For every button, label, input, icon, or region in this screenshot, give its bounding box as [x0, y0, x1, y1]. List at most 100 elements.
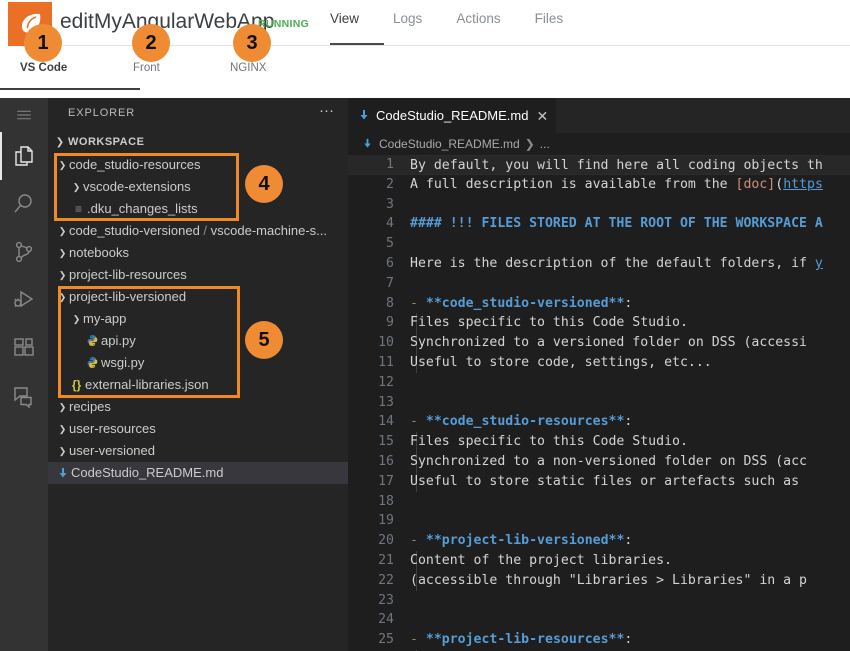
line-number: 22 [348, 571, 394, 591]
tree-item-user-versioned[interactable]: ❯ user-versioned [48, 440, 348, 462]
source-control-branch-icon[interactable] [0, 228, 48, 276]
chevron-right-icon: ❯ [56, 220, 69, 242]
annotation-badge-5: 5 [245, 321, 283, 359]
line-number: 2 [348, 175, 394, 195]
line-number: 10 [348, 333, 394, 353]
line-text: Synchronized to a non-versioned folder o… [410, 452, 807, 472]
explorer-sidebar: EXPLORER ··· ❯ WORKSPACE ❯ code_studio-r… [48, 98, 348, 651]
line-text: Useful to store static files or artefact… [410, 472, 799, 492]
files-explorer-icon[interactable] [0, 132, 48, 180]
code-line: 17 Useful to store static files or artef… [348, 472, 850, 492]
line-number: 25 [348, 630, 394, 650]
chevron-right-icon: ❯ [70, 176, 83, 198]
code-line: 4 #### !!! FILES STORED AT THE ROOT OF T… [348, 214, 850, 234]
line-number: 4 [348, 214, 394, 234]
hamburger-menu-icon[interactable] [0, 98, 48, 132]
tree-item-code-studio-versioned[interactable]: ❯ code_studio-versioned / vscode-machine… [48, 220, 348, 242]
tree-item-my-app[interactable]: ❯ my-app [48, 308, 348, 330]
line-text: - **code_studio-versioned**: [410, 294, 632, 314]
line-number: 5 [348, 234, 394, 254]
chevron-right-icon: ❯ [56, 396, 69, 418]
workspace-label: WORKSPACE [68, 136, 144, 148]
line-number: 15 [348, 432, 394, 452]
line-number: 1 [348, 155, 394, 175]
workspace-section-header[interactable]: ❯ WORKSPACE [48, 131, 348, 153]
active-service-indicator [0, 88, 140, 90]
chevron-down-icon: ❯ [56, 286, 69, 308]
chevron-down-icon: ❯ [52, 137, 68, 148]
tab-logs[interactable]: Logs [393, 11, 422, 40]
line-text: Useful to store code, settings, etc... [410, 353, 712, 373]
editor-area: CodeStudio_README.md ✕ CodeStudio_README… [348, 98, 850, 651]
tab-files[interactable]: Files [535, 11, 564, 40]
line-number: 16 [348, 452, 394, 472]
tree-item-wsgi-py[interactable]: wsgi.py [48, 352, 348, 374]
line-number: 14 [348, 412, 394, 432]
tree-item-label: CodeStudio_README.md [71, 462, 223, 484]
chevron-right-icon: ❯ [56, 418, 69, 440]
explorer-more-actions-button[interactable]: ··· [319, 104, 334, 118]
service-item-nginx[interactable]: NGINX [230, 62, 266, 74]
line-text: Here is the description of the default f… [410, 254, 823, 274]
line-number: 3 [348, 195, 394, 215]
tree-item-label: project-lib-versioned [69, 286, 186, 308]
chevron-right-icon: ❯ [525, 137, 535, 151]
service-item-vs-code[interactable]: VS Code [20, 62, 67, 74]
code-line: 15 Files specific to this Code Studio. [348, 432, 850, 452]
tree-item-label: wsgi.py [101, 352, 144, 374]
code-line: 5 [348, 234, 850, 254]
editor-tab-label: CodeStudio_README.md [376, 108, 528, 123]
explorer-header: EXPLORER ··· [48, 98, 348, 130]
tree-item-user-resources[interactable]: ❯ user-resources [48, 418, 348, 440]
tree-item-notebooks[interactable]: ❯ notebooks [48, 242, 348, 264]
tree-item-external-libraries-json[interactable]: {} external-libraries.json [48, 374, 348, 396]
tree-item-vscode-extensions[interactable]: ❯ vscode-extensions [48, 176, 348, 198]
markdown-file-icon [362, 137, 373, 151]
extensions-icon[interactable] [0, 324, 48, 372]
search-icon[interactable] [0, 180, 48, 228]
line-text: Content of the project libraries. [410, 551, 672, 571]
tab-view[interactable]: View [330, 11, 359, 40]
line-text: Files specific to this Code Studio. [410, 313, 688, 333]
tree-item-label: external-libraries.json [85, 374, 209, 396]
python-file-icon [84, 352, 101, 374]
python-file-icon [84, 330, 101, 352]
top-nav-tabs: View Logs Actions Files [330, 11, 563, 40]
tree-item-project-lib-versioned[interactable]: ❯ project-lib-versioned [48, 286, 348, 308]
comments-chat-icon[interactable] [0, 372, 48, 420]
code-line: 6 Here is the description of the default… [348, 254, 850, 274]
status-badge: RUNNING [258, 18, 309, 30]
chevron-right-icon: ❯ [56, 264, 69, 286]
code-line: 13 [348, 393, 850, 413]
tree-item-label: user-resources [69, 418, 156, 440]
code-content[interactable]: 1 By default, you will find here all cod… [348, 155, 850, 651]
tab-actions[interactable]: Actions [456, 11, 500, 40]
line-number: 19 [348, 511, 394, 531]
code-line: 10 Synchronized to a versioned folder on… [348, 333, 850, 353]
service-item-front[interactable]: Front [133, 62, 160, 74]
code-line: 16 Synchronized to a non-versioned folde… [348, 452, 850, 472]
breadcrumb-overflow[interactable]: ... [540, 137, 550, 151]
code-line: 21 Content of the project libraries. [348, 551, 850, 571]
header-divider [55, 45, 850, 46]
tree-item-label: recipes [69, 396, 111, 418]
code-line: 14 - **code_studio-resources**: [348, 412, 850, 432]
tree-item-recipes[interactable]: ❯ recipes [48, 396, 348, 418]
line-number: 7 [348, 274, 394, 294]
tree-item-api-py[interactable]: api.py [48, 330, 348, 352]
line-text: #### !!! FILES STORED AT THE ROOT OF THE… [410, 214, 823, 234]
breadcrumb-file[interactable]: CodeStudio_README.md [379, 137, 520, 151]
tree-item-dku-changes-lists[interactable]: ≡ .dku_changes_lists [48, 198, 348, 220]
annotation-badge-2: 2 [132, 24, 170, 62]
lines-file-icon: ≡ [70, 198, 87, 220]
activity-bar [0, 98, 48, 651]
code-line: 2 A full description is available from t… [348, 175, 850, 195]
tree-item-codestudio-readme-md[interactable]: CodeStudio_README.md [48, 462, 348, 484]
run-and-debug-icon[interactable] [0, 276, 48, 324]
editor-tab-codestudio-readme[interactable]: CodeStudio_README.md ✕ [348, 98, 556, 133]
tree-item-project-lib-resources[interactable]: ❯ project-lib-resources [48, 264, 348, 286]
tree-item-code-studio-resources[interactable]: ❯ code_studio-resources [48, 154, 348, 176]
close-icon[interactable]: ✕ [536, 109, 548, 123]
code-line: 8 - **code_studio-versioned**: [348, 294, 850, 314]
code-line: 19 [348, 511, 850, 531]
